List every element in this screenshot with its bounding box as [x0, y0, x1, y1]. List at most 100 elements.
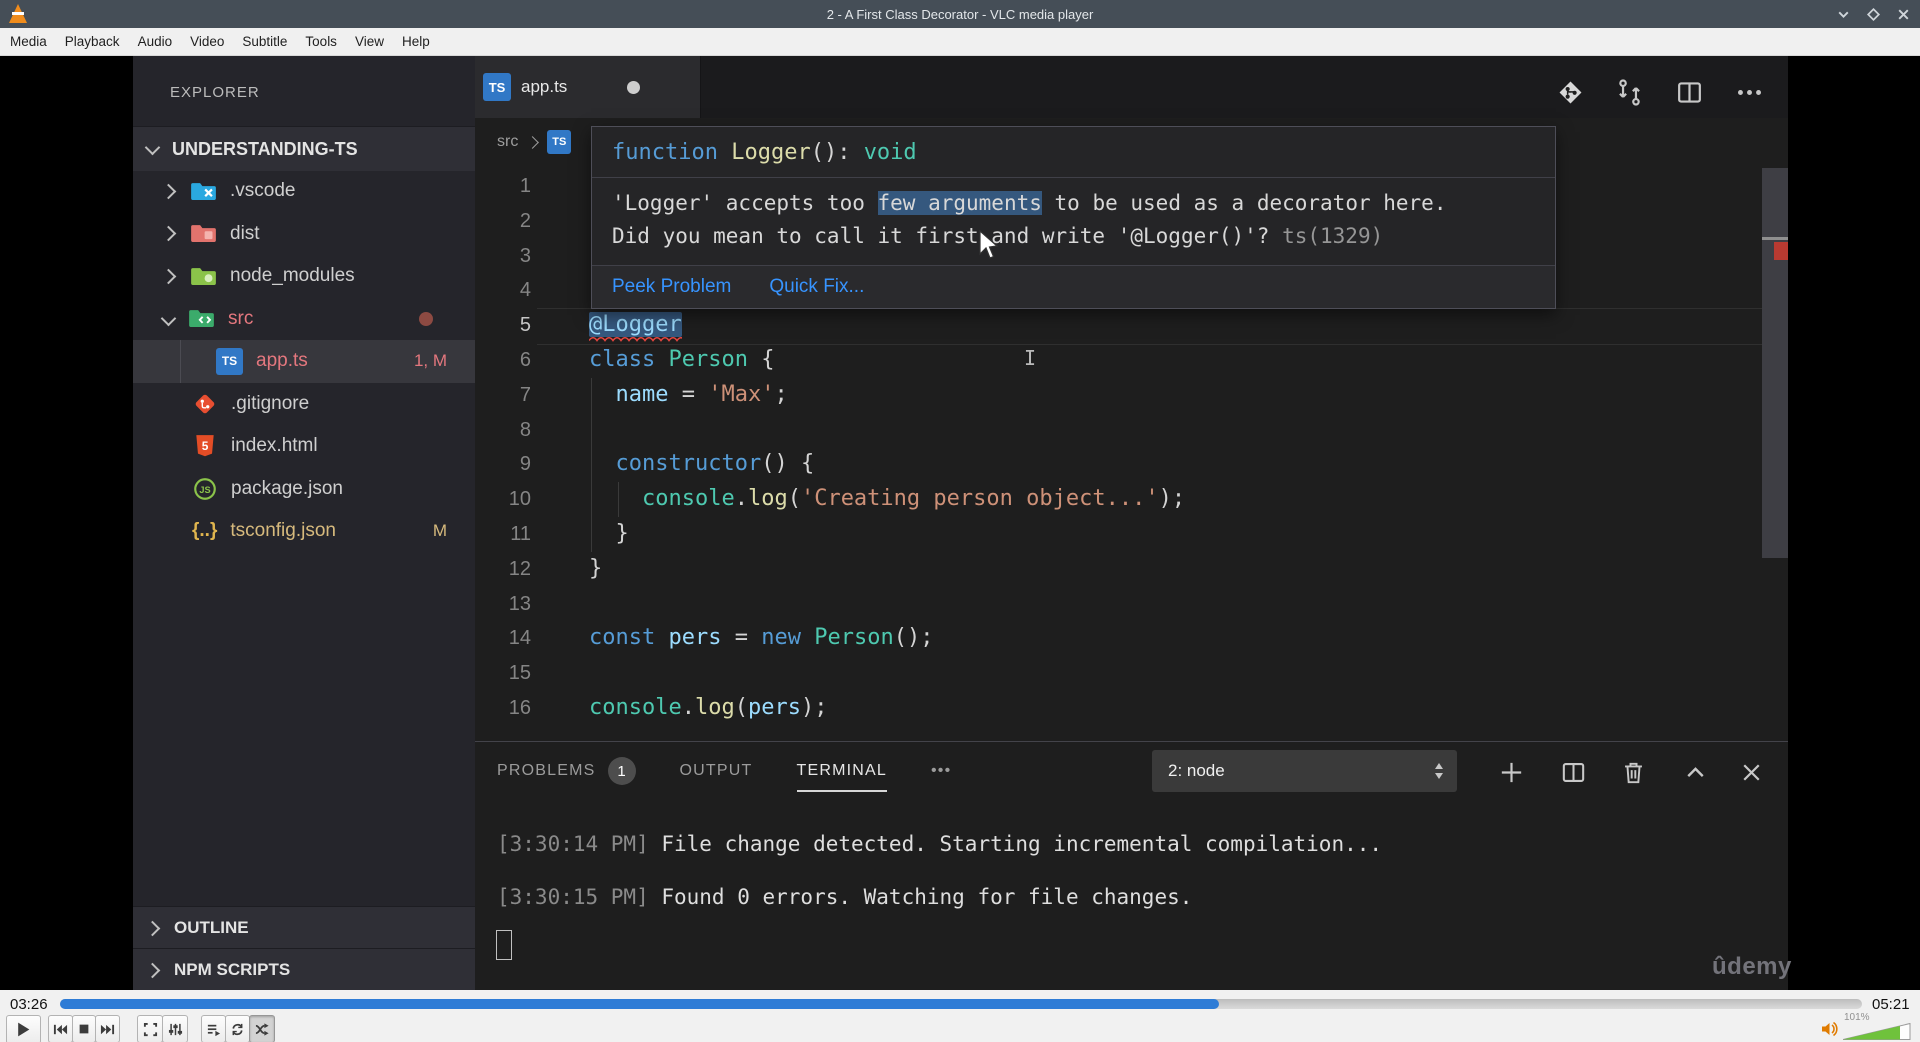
panel-tabs-more-icon[interactable]: ••• — [931, 762, 951, 780]
sidebar-item--vscode[interactable]: .vscode — [133, 170, 475, 213]
new-terminal-icon[interactable] — [1496, 757, 1526, 787]
code-line[interactable]: 13 — [475, 587, 1762, 622]
editor-scrollbar[interactable] — [1762, 168, 1788, 558]
git-file-icon — [192, 391, 218, 417]
hover-error-message: 'Logger' accepts too few arguments to be… — [612, 191, 1447, 248]
chevron-down-icon — [160, 310, 177, 327]
line-number: 3 — [519, 244, 531, 267]
code-line[interactable]: 7 name = 'Max'; — [475, 378, 1762, 413]
line-number: 7 — [519, 383, 531, 406]
code-line[interactable]: 12} — [475, 552, 1762, 587]
split-editor-icon[interactable] — [1671, 74, 1707, 110]
line-number: 15 — [508, 662, 531, 685]
time-elapsed: 03:26 — [10, 996, 48, 1013]
compare-changes-icon[interactable] — [1611, 74, 1647, 110]
random-button[interactable] — [249, 1015, 275, 1042]
speaker-icon[interactable] — [1820, 1021, 1840, 1037]
menu-item-video[interactable]: Video — [190, 34, 224, 49]
play-button[interactable] — [6, 1015, 41, 1042]
split-terminal-icon[interactable] — [1558, 757, 1588, 787]
title-bar[interactable]: 2 - A First Class Decorator - VLC media … — [0, 0, 1920, 28]
code-line[interactable]: 6 class Person { — [475, 343, 1762, 378]
more-actions-icon[interactable] — [1731, 74, 1767, 110]
menu-item-help[interactable]: Help — [402, 34, 430, 49]
hover-actions: Peek Problem Quick Fix... — [592, 265, 1555, 308]
modified-dot-icon[interactable] — [627, 80, 641, 94]
fullscreen-button[interactable] — [137, 1015, 163, 1042]
tree-item-label: .vscode — [230, 180, 296, 202]
code-text: console.log(pers); — [589, 695, 828, 720]
tree-item-label: src — [228, 307, 254, 329]
tsconfig-file-icon: {..} — [192, 520, 218, 542]
indent-guide — [591, 377, 592, 552]
text-cursor-ibeam: I — [1024, 346, 1037, 370]
previous-button[interactable] — [48, 1015, 73, 1042]
menu-item-audio[interactable]: Audio — [138, 34, 173, 49]
code-line[interactable]: 10 console.log('Creating person object..… — [475, 482, 1762, 517]
sidebar-item-app-ts[interactable]: TS app.ts 1, M — [133, 340, 475, 383]
quick-fix-link[interactable]: Quick Fix... — [769, 276, 864, 298]
line-number: 1 — [519, 175, 531, 197]
menu-item-subtitle[interactable]: Subtitle — [242, 34, 287, 49]
code-line[interactable]: 9 constructor() { — [475, 447, 1762, 482]
code-line[interactable]: 8 — [475, 413, 1762, 448]
kill-terminal-icon[interactable] — [1618, 757, 1648, 787]
panel-tab-problems[interactable]: PROBLEMS 1 — [497, 757, 636, 785]
peek-problem-link[interactable]: Peek Problem — [612, 276, 731, 298]
sidebar-item-src[interactable]: src — [133, 298, 475, 341]
playlist-button[interactable] — [201, 1015, 226, 1042]
tree-item-label: dist — [230, 222, 260, 244]
code-line[interactable]: 15 — [475, 656, 1762, 691]
open-changes-icon[interactable] — [1552, 74, 1588, 110]
code-line[interactable]: 11 } — [475, 517, 1762, 552]
sidebar-item-node-modules[interactable]: node_modules — [133, 255, 475, 298]
code-line[interactable]: 16 console.log(pers); — [475, 691, 1762, 726]
sidebar-section-outline[interactable]: OUTLINE — [133, 906, 475, 949]
tab-appts[interactable]: TS app.ts — [475, 56, 701, 118]
code-line[interactable]: 5 @Logger — [475, 308, 1762, 343]
maximize-icon[interactable] — [1864, 5, 1882, 23]
sidebar-item-tsconfig-json[interactable]: {..} tsconfig.json M — [133, 510, 475, 553]
next-button[interactable] — [95, 1015, 120, 1042]
chevron-down-icon[interactable] — [1834, 5, 1852, 23]
typescript-file-icon: TS — [483, 73, 511, 101]
sidebar-item-root-folder[interactable]: UNDERSTANDING-TS — [133, 126, 475, 171]
panel-tab-output[interactable]: OUTPUT — [680, 762, 753, 780]
terminal-cursor — [496, 930, 512, 960]
breadcrumb[interactable]: src TS — [475, 122, 572, 162]
svg-text:JS: JS — [199, 485, 210, 495]
terminal-line: [3:30:15 PM] Found 0 errors. Watching fo… — [497, 885, 1193, 909]
close-panel-icon[interactable] — [1736, 757, 1766, 787]
code-text: } — [589, 521, 629, 546]
maximize-panel-icon[interactable] — [1680, 757, 1710, 787]
tree-item-label: index.html — [231, 435, 318, 457]
menu-item-tools[interactable]: Tools — [305, 34, 337, 49]
volume-percent: 101% — [1844, 1012, 1870, 1023]
npm-scripts-label: NPM SCRIPTS — [174, 960, 291, 979]
panel-tab-terminal[interactable]: TERMINAL — [796, 762, 888, 792]
close-icon[interactable] — [1894, 5, 1912, 23]
typescript-file-icon: TS — [547, 130, 572, 154]
tab-label: app.ts — [521, 77, 568, 96]
chevron-right-icon — [160, 225, 177, 242]
menu-item-playback[interactable]: Playback — [65, 34, 120, 49]
stop-button[interactable] — [72, 1015, 96, 1042]
sidebar-item-package-json[interactable]: JS package.json — [133, 468, 475, 511]
sidebar-item-index-html[interactable]: 5 index.html — [133, 425, 475, 468]
menu-item-media[interactable]: Media — [10, 34, 47, 49]
menu-item-view[interactable]: View — [355, 34, 384, 49]
terminal-select[interactable]: 2: node — [1152, 750, 1457, 792]
hover-signature: function Logger(): void — [592, 127, 1555, 178]
code-line[interactable]: 14 const pers = new Person(); — [475, 621, 1762, 656]
extended-settings-button[interactable] — [162, 1015, 188, 1042]
sidebar-item--gitignore[interactable]: .gitignore — [133, 383, 475, 426]
line-number: 11 — [510, 523, 531, 545]
line-number: 9 — [519, 453, 531, 476]
loop-button[interactable] — [225, 1015, 250, 1042]
breadcrumb-folder[interactable]: src — [497, 133, 518, 151]
sidebar-section-npm-scripts[interactable]: NPM SCRIPTS — [133, 948, 475, 991]
volume-slider[interactable] — [1843, 1023, 1911, 1040]
sidebar-item-dist[interactable]: dist — [133, 213, 475, 256]
chevron-right-icon — [160, 183, 177, 200]
line-number: 10 — [508, 488, 531, 511]
